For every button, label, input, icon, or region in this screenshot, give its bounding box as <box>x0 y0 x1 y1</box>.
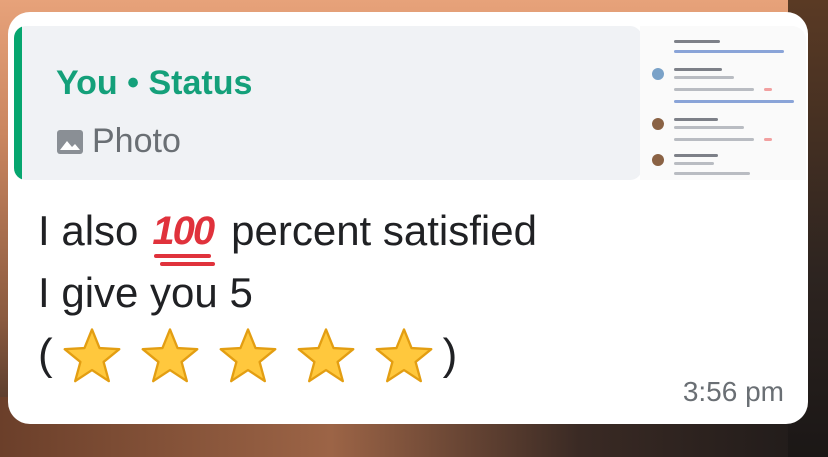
message-line-3: ( ) <box>38 324 537 386</box>
message-line-1-end: percent satisfied <box>231 207 537 254</box>
star-icon <box>141 328 199 383</box>
close-paren: ) <box>442 330 458 379</box>
open-paren: ( <box>38 330 53 379</box>
photo-icon <box>57 129 83 154</box>
thumb-avatar-3 <box>652 154 664 166</box>
status-reply-quote[interactable]: You • Status Photo <box>14 26 642 180</box>
quote-type-label: Photo <box>92 122 181 160</box>
message-timestamp: 3:56 pm <box>682 376 784 407</box>
star-icon <box>297 328 355 383</box>
quote-accent-bar <box>14 26 22 180</box>
star-rating <box>53 327 443 383</box>
thumb-avatar-1 <box>652 68 664 80</box>
star-icon <box>219 328 277 383</box>
star-icon <box>375 328 433 383</box>
message-line-2: I give you 5 <box>38 269 253 316</box>
message-text: I also 100 percent satisfied I give you … <box>38 200 537 386</box>
hundred-points-emoji: 100 <box>152 200 216 266</box>
message-line-1-start: I also <box>38 207 139 254</box>
message-line-1: I also 100 percent satisfied <box>38 200 537 266</box>
quote-author: You • Status <box>56 64 253 102</box>
status-thumbnail[interactable] <box>640 26 806 180</box>
quote-media-type: Photo <box>56 122 181 161</box>
star-icon <box>63 328 121 383</box>
message-bubble[interactable]: You • Status Photo I also 100 percent sa… <box>8 12 808 424</box>
thumb-avatar-2 <box>652 118 664 130</box>
